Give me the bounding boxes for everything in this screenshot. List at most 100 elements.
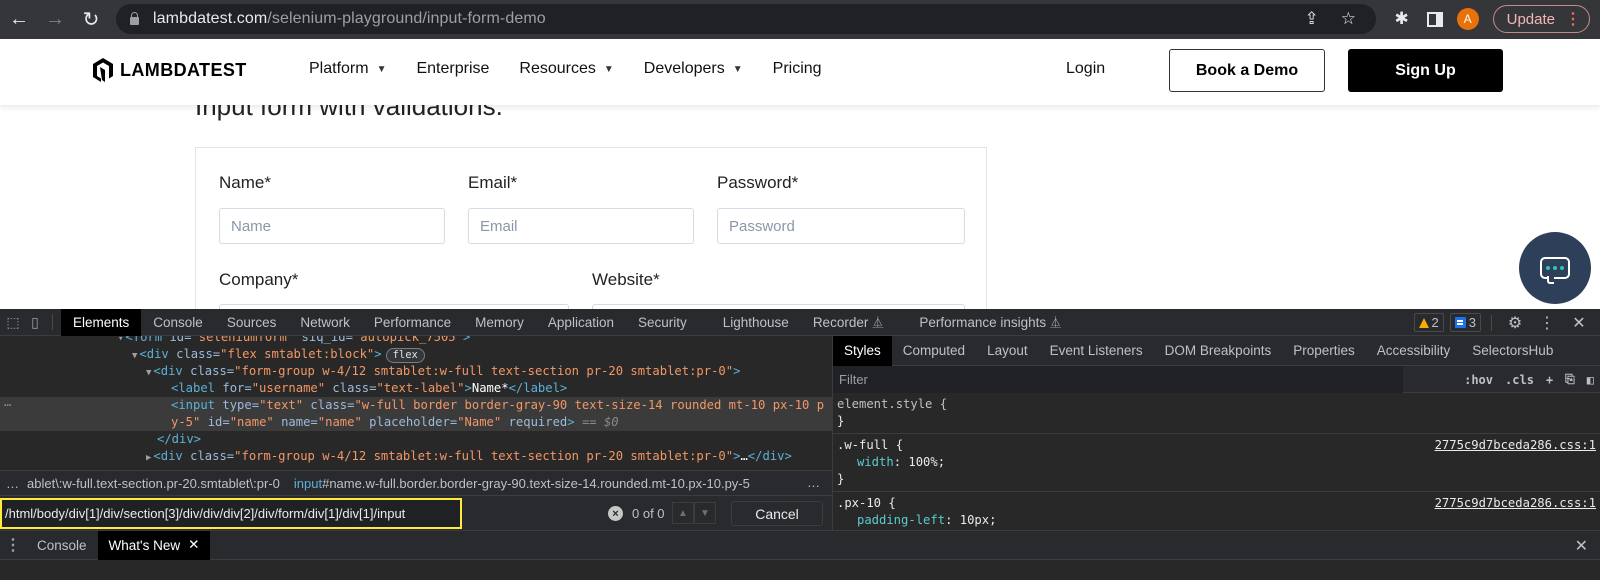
style-rule-w-full[interactable]: .w-full { 2775c9d7bceda286.css:1 width: …	[833, 434, 1600, 492]
dom-node-form-group[interactable]: ▼ <div class="form-group w-4/12 smtablet:…	[146, 363, 740, 380]
tab-sources[interactable]: Sources	[215, 309, 289, 336]
drawer-tab-console[interactable]: Console	[26, 531, 98, 560]
dom-node-form-group-collapsed[interactable]: ▶ <div class="form-group w-4/12 smtablet:…	[146, 448, 792, 465]
rule-source-link[interactable]: 2775c9d7bceda286.css:1	[1435, 437, 1596, 454]
xpath-search-input[interactable]: /html/body/div[1]/div/section[3]/div/div…	[0, 498, 462, 529]
inspect-element-icon[interactable]: ⬚	[2, 309, 24, 336]
dom-node-form[interactable]: ▾ <form id="seleniumform" siq_id="autopic…	[118, 336, 470, 346]
drawer-tab-whats-new[interactable]: What's New ✕	[97, 530, 211, 560]
expand-triangle-icon[interactable]: ▶	[146, 453, 151, 463]
login-link[interactable]: Login	[1066, 60, 1105, 78]
dom-node-label[interactable]: <label for="username" class="text-label"…	[171, 380, 567, 397]
tab-network[interactable]: Network	[288, 309, 362, 336]
tab-application[interactable]: Application	[536, 309, 626, 336]
password-input[interactable]: Password	[717, 208, 965, 244]
tab-layout[interactable]: Layout	[976, 336, 1039, 366]
breadcrumb-item-selected[interactable]: input#name.w-full.border.border-gray-90.…	[294, 476, 764, 491]
nav-label: Enterprise	[416, 60, 490, 77]
dom-tag: >	[374, 347, 382, 361]
sign-up-button[interactable]: Sign Up	[1348, 49, 1503, 92]
drawer-menu-icon[interactable]: ⋮	[0, 535, 26, 555]
extensions-puzzle-icon[interactable]: ✱	[1391, 9, 1413, 29]
previous-match-button[interactable]: ▲	[672, 502, 694, 524]
warnings-badge[interactable]: 2	[1413, 313, 1444, 332]
nav-resources[interactable]: Resources ▼	[519, 60, 613, 78]
name-input[interactable]: Name	[219, 208, 445, 244]
address-bar[interactable]: lambdatest.com/selenium-playground/input…	[116, 4, 1376, 34]
profile-avatar[interactable]: A	[1456, 8, 1479, 30]
tab-selectorshub[interactable]: SelectorsHub	[1461, 336, 1564, 366]
dom-node-input-selected[interactable]: ⋯ <input type="text" class="w-full borde…	[0, 397, 832, 431]
email-input[interactable]: Email	[468, 208, 694, 244]
hover-state-toggle[interactable]: :hov	[1464, 373, 1493, 387]
device-toolbar-icon[interactable]: ▯	[24, 309, 46, 336]
nav-platform[interactable]: Platform ▼	[309, 60, 386, 78]
cancel-search-button[interactable]: Cancel	[731, 501, 823, 526]
collapse-triangle-icon[interactable]: ▼	[146, 368, 151, 378]
bookmark-star-icon[interactable]: ☆	[1341, 9, 1356, 29]
kebab-menu-icon[interactable]: ⋮	[1534, 313, 1560, 333]
tab-dom-breakpoints[interactable]: DOM Breakpoints	[1154, 336, 1283, 366]
tab-performance[interactable]: Performance	[362, 309, 463, 336]
paint-brush-icon[interactable]: ⎘	[1565, 372, 1575, 387]
nav-pricing[interactable]: Pricing	[773, 60, 822, 78]
collapse-triangle-icon[interactable]: ▾	[118, 336, 123, 344]
update-button[interactable]: Update ⋮	[1492, 5, 1590, 33]
tab-lighthouse[interactable]: Lighthouse	[711, 309, 801, 336]
new-rule-plus-icon[interactable]: +	[1546, 373, 1553, 387]
tab-elements[interactable]: Elements	[61, 308, 142, 336]
style-rule-px-10[interactable]: .px-10 { 2775c9d7bceda286.css:1 padding-…	[833, 492, 1600, 530]
style-rule-element[interactable]: element.style { }	[833, 393, 1600, 434]
forward-button[interactable]: →	[38, 5, 72, 35]
dom-value: "form-group w-4/12 smtablet:w-full text-…	[234, 364, 734, 378]
side-panel-icon[interactable]	[1426, 11, 1443, 27]
close-tab-icon[interactable]: ✕	[188, 537, 199, 553]
rule-close: }	[837, 414, 845, 428]
tab-performance-insights[interactable]: Performance insights ⏅	[907, 309, 1073, 336]
dom-text: Name*	[471, 381, 509, 395]
breadcrumb-overflow-icon[interactable]: …	[807, 475, 820, 490]
clear-search-icon[interactable]: ×	[608, 506, 623, 521]
tab-label: What's New	[108, 537, 181, 553]
styles-filter-input[interactable]: Filter	[833, 365, 1403, 393]
node-dots-icon[interactable]: ⋯	[4, 397, 11, 414]
tab-styles[interactable]: Styles	[833, 336, 892, 366]
next-match-button[interactable]: ▼	[694, 502, 716, 524]
css-property[interactable]: padding-left: 10px;	[837, 512, 1596, 529]
flex-badge[interactable]: flex	[385, 348, 425, 363]
messages-badge[interactable]: 3	[1449, 313, 1481, 332]
elements-dom-tree: ▾ <form id="seleniumform" siq_id="autopic…	[0, 336, 832, 470]
back-button[interactable]: ←	[2, 5, 36, 35]
dom-ellipsis[interactable]: …	[740, 449, 747, 463]
tab-properties[interactable]: Properties	[1282, 336, 1366, 366]
dom-tag: >	[733, 364, 741, 378]
reload-button[interactable]: ↻	[74, 5, 108, 35]
settings-gear-icon[interactable]: ⚙	[1502, 313, 1528, 333]
book-demo-button[interactable]: Book a Demo	[1169, 49, 1325, 92]
tab-memory[interactable]: Memory	[463, 309, 536, 336]
class-toggle[interactable]: .cls	[1505, 373, 1534, 387]
toggle-sidebar-icon[interactable]: ◧	[1587, 373, 1594, 387]
collapse-triangle-icon[interactable]: ▼	[132, 351, 137, 361]
devtools-drawer-tabbar: ⋮ Console What's New ✕ ✕	[0, 530, 1600, 560]
tab-recorder[interactable]: Recorder ⏅	[801, 309, 896, 336]
nav-enterprise[interactable]: Enterprise	[416, 60, 489, 78]
chat-widget-button[interactable]	[1519, 232, 1591, 304]
css-property[interactable]: width: 100%;	[837, 454, 1596, 471]
tab-computed[interactable]: Computed	[892, 336, 976, 366]
share-icon[interactable]: ⇪	[1305, 9, 1319, 29]
tab-console[interactable]: Console	[141, 309, 215, 336]
dom-node-div-close[interactable]: </div>	[157, 431, 201, 448]
tab-security[interactable]: Security	[626, 309, 699, 336]
lambdatest-logo[interactable]: LAMBDATEST	[92, 57, 247, 83]
tab-event-listeners[interactable]: Event Listeners	[1039, 336, 1154, 366]
nav-developers[interactable]: Developers ▼	[644, 60, 743, 78]
dom-node-flex-div[interactable]: ▼ <div class="flex smtablet:block"> flex	[132, 346, 425, 363]
breadcrumb-overflow-icon[interactable]: …	[0, 476, 27, 491]
close-drawer-icon[interactable]: ✕	[1575, 536, 1588, 556]
close-devtools-icon[interactable]: ✕	[1566, 313, 1592, 333]
breadcrumb-item[interactable]: ablet\:w-full.text-section.pr-20.smtable…	[27, 476, 294, 491]
dom-tag: </div>	[157, 432, 202, 446]
tab-accessibility[interactable]: Accessibility	[1366, 336, 1462, 366]
rule-source-link[interactable]: 2775c9d7bceda286.css:1	[1435, 495, 1596, 512]
